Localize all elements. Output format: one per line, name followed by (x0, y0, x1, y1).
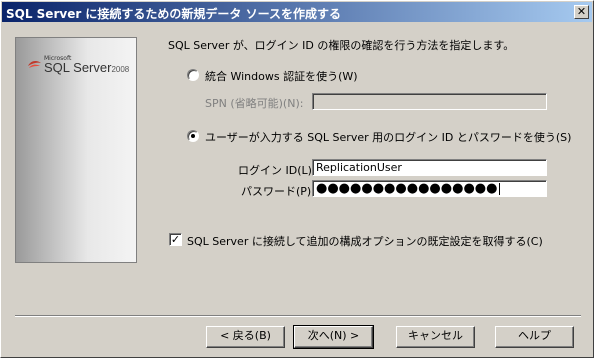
logo-product: SQL Server2008 (44, 60, 129, 75)
sql-auth-radio[interactable] (187, 130, 199, 142)
text-caret (498, 183, 500, 195)
title-bar: SQL Server に接続するための新規データ ソースを作成する ✕ (2, 2, 592, 22)
spn-input[interactable] (312, 93, 547, 110)
spn-label: SPN (省略可能)(N): (205, 97, 304, 110)
instruction-text: SQL Server が、ログイン ID の権限の確認を行う方法を指定します。 (168, 39, 515, 52)
windows-auth-radio[interactable] (187, 69, 199, 81)
sql-auth-label[interactable]: ユーザーが入力する SQL Server 用のログイン ID とパスワードを使う… (205, 129, 571, 145)
login-id-label: ログイン ID(L): (238, 164, 316, 177)
windows-auth-label[interactable]: 統合 Windows 認証を使う(W) (205, 68, 358, 84)
next-button[interactable]: 次へ(N) > (293, 325, 374, 349)
logo-panel: Microsoft SQL Server2008 (15, 37, 137, 263)
login-id-input[interactable]: ReplicationUser (312, 159, 547, 176)
cancel-button[interactable]: キャンセル (396, 326, 475, 348)
help-button[interactable]: ヘルプ (495, 326, 574, 348)
logo-product-name: SQL Server (44, 60, 112, 75)
connect-defaults-label[interactable]: SQL Server に接続して追加の構成オプションの既定設定を取得する(C) (187, 233, 543, 249)
password-input[interactable]: ●●●●●●●●●●●●●●●● (312, 180, 547, 197)
sql-server-logo-icon (28, 61, 41, 68)
close-button[interactable]: ✕ (574, 5, 589, 19)
password-label: パスワード(P): (241, 185, 315, 198)
password-masked-value: ●●●●●●●●●●●●●●●● (316, 181, 498, 196)
connect-defaults-checkbox[interactable]: ✓ (169, 233, 182, 246)
window-title: SQL Server に接続するための新規データ ソースを作成する (6, 7, 342, 21)
back-button[interactable]: < 戻る(B) (206, 326, 285, 348)
dialog-window: SQL Server に接続するための新規データ ソースを作成する ✕ Micr… (0, 0, 594, 358)
separator (15, 315, 581, 317)
radio-selected-dot (191, 134, 195, 138)
logo-year: 2008 (111, 65, 130, 74)
